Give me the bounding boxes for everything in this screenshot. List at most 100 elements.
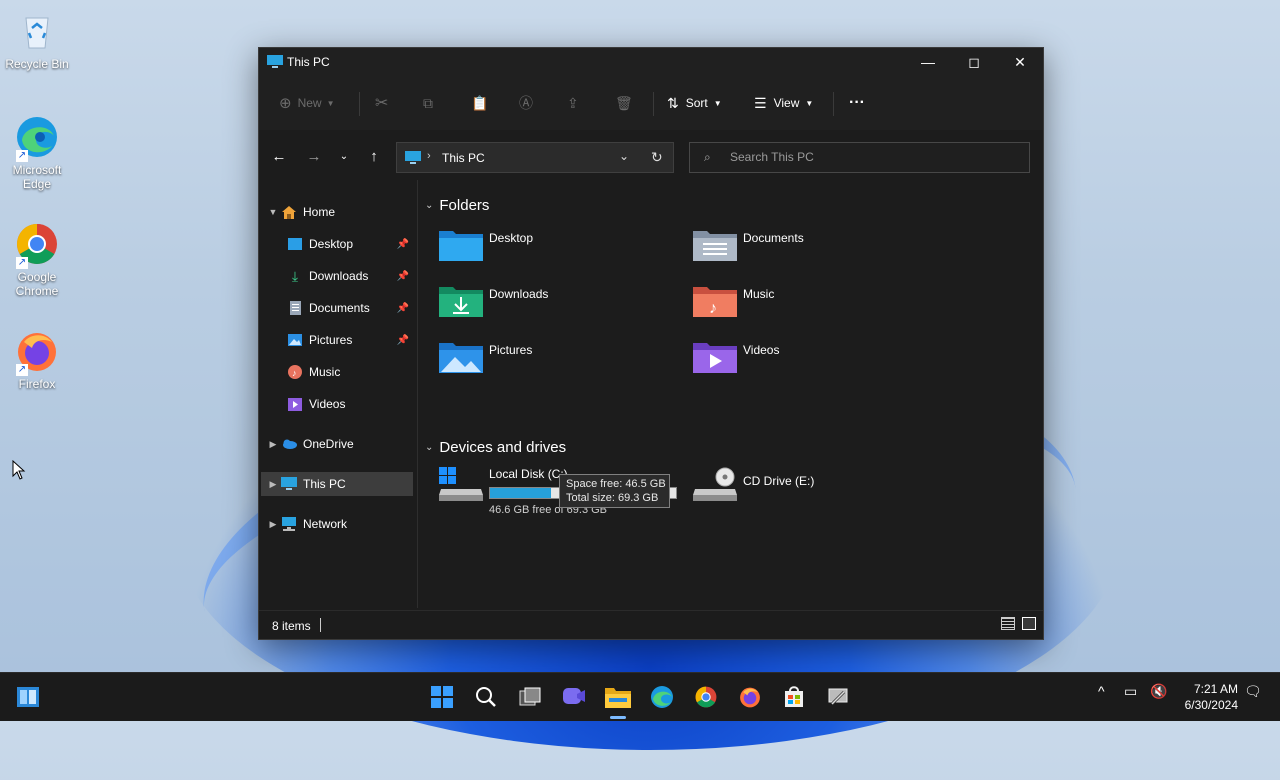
sidebar-item-network[interactable]: ▶ Network (261, 512, 413, 536)
status-bar: 8 items (259, 610, 1043, 639)
navigation-pane: ▼ Home Desktop 📌 ⤓ Downloads 📌 Documents… (259, 180, 418, 608)
folder-icon (605, 688, 631, 708)
desktop-icon-recycle-bin[interactable]: Recycle Bin (4, 8, 70, 71)
back-button[interactable]: ← (267, 146, 291, 166)
minimize-button[interactable]: — (905, 48, 951, 76)
share-button[interactable]: ⇪ (567, 90, 579, 116)
sidebar-item-desktop[interactable]: Desktop 📌 (261, 232, 413, 256)
delete-button[interactable]: 🗑 (615, 90, 633, 116)
sidebar-item-videos[interactable]: Videos (261, 392, 413, 416)
rename-icon: Ⓐ (519, 95, 533, 111)
sidebar-item-music[interactable]: ♪ Music (261, 360, 413, 384)
status-divider (320, 618, 321, 632)
paste-button[interactable]: 📋 (471, 90, 488, 116)
recycle-bin-icon (14, 8, 60, 54)
edge-icon: ↗ (14, 114, 60, 162)
title-bar[interactable]: This PC — ◻ ✕ (259, 48, 1043, 76)
view-button[interactable]: ☰ View ▼ (754, 90, 813, 116)
maximize-button[interactable]: ◻ (951, 48, 997, 76)
sidebar-item-pictures[interactable]: Pictures 📌 (261, 328, 413, 352)
pin-icon: 📌 (396, 302, 409, 314)
new-button[interactable]: ⊕ New ▼ (279, 90, 335, 116)
active-app-indicator (610, 716, 626, 719)
search-icon (476, 687, 496, 707)
more-label: ··· (849, 94, 865, 111)
address-bar[interactable]: › This PC ⌄ ↻ (396, 142, 674, 173)
scissors-icon: ✂ (375, 95, 389, 112)
desktop-icon-label: Google Chrome (15, 270, 59, 298)
search-taskbar-button[interactable] (470, 681, 502, 713)
store-taskbar-button[interactable] (778, 681, 810, 713)
folder-tile-pictures[interactable]: Pictures (439, 339, 679, 387)
recent-locations-button[interactable]: ⌄ (332, 146, 356, 166)
widgets-icon (17, 687, 39, 707)
desktop-icon-edge[interactable]: ↗ Microsoft Edge (4, 114, 70, 191)
sidebar-item-label: Network (303, 517, 348, 531)
chevron-right-icon[interactable]: ▶ (265, 439, 281, 450)
volume-muted-icon[interactable]: 🔇 (1150, 683, 1167, 700)
folder-tile-music[interactable]: ♪ Music (693, 283, 933, 331)
search-box[interactable]: ⌕ (689, 142, 1030, 173)
toolbar-divider (359, 92, 360, 116)
clipboard-icon: 📋 (471, 94, 489, 111)
teams-chat-button[interactable] (558, 681, 590, 713)
plus-circle-icon: ⊕ (279, 95, 292, 112)
chrome-icon (695, 686, 717, 708)
sort-button[interactable]: ⇅ Sort ▼ (667, 90, 722, 116)
clock[interactable]: 7:21 AM 6/30/2024 (1185, 681, 1238, 713)
desktop-icon-label: Firefox (18, 377, 56, 391)
folder-tile-documents[interactable]: Documents (693, 227, 933, 275)
drives-group-header[interactable]: ⌄ Devices and drives (425, 439, 566, 456)
notification-icon[interactable]: 🗨 (1244, 683, 1262, 700)
pin-icon: 📌 (396, 334, 409, 346)
chevron-right-icon[interactable]: ▶ (265, 519, 281, 530)
edge-taskbar-button[interactable] (646, 681, 678, 713)
search-input[interactable] (728, 149, 1022, 165)
cd-drive-icon (693, 467, 737, 507)
sidebar-item-home[interactable]: ▼ Home (261, 200, 413, 224)
drive-tile-cd-drive[interactable]: CD Drive (E:) (693, 467, 933, 515)
rename-button[interactable]: Ⓐ (519, 90, 533, 116)
widgets-button[interactable] (12, 681, 44, 713)
folders-group-header[interactable]: ⌄ Folders (425, 197, 489, 214)
task-view-icon (519, 687, 541, 706)
tiles-view-icon[interactable] (1022, 617, 1036, 630)
close-button[interactable]: ✕ (997, 48, 1043, 76)
content-pane: ⌄ Folders Desktop Documents Downloads ♪ (419, 180, 1041, 608)
sidebar-item-this-pc[interactable]: ▶ This PC (261, 472, 413, 496)
sidebar-item-documents[interactable]: Documents 📌 (261, 296, 413, 320)
firefox-taskbar-button[interactable] (734, 681, 766, 713)
folder-tile-desktop[interactable]: Desktop (439, 227, 679, 275)
show-hidden-icons-button[interactable]: ^ (1098, 683, 1105, 699)
more-options-button[interactable]: ··· (849, 90, 865, 116)
forward-button[interactable]: → (302, 146, 326, 166)
folder-tile-videos[interactable]: Videos (693, 339, 933, 387)
remote-desktop-taskbar-button[interactable] (822, 681, 854, 713)
details-view-icon[interactable] (1001, 617, 1015, 630)
chrome-taskbar-button[interactable] (690, 681, 722, 713)
start-button[interactable] (426, 681, 458, 713)
chevron-right-icon[interactable]: ▶ (265, 479, 281, 490)
local-disk-icon (439, 467, 483, 507)
cut-button[interactable]: ✂ (375, 90, 388, 116)
up-button[interactable]: ↑ (362, 146, 386, 166)
navigation-row: ← → ⌄ ↑ › This PC ⌄ ↻ ⌕ (259, 130, 1043, 180)
network-status-icon[interactable]: ▭ (1124, 683, 1137, 700)
desktop-icon-firefox[interactable]: ↗ Firefox (4, 328, 70, 391)
clock-date: 6/30/2024 (1184, 698, 1238, 712)
breadcrumb-this-pc[interactable]: This PC (442, 151, 485, 165)
folder-tile-downloads[interactable]: Downloads (439, 283, 679, 331)
refresh-icon[interactable]: ↻ (651, 149, 663, 166)
chevron-down-icon[interactable]: ▼ (265, 207, 281, 217)
sidebar-item-label: Videos (309, 397, 346, 411)
desktop-icon-chrome[interactable]: ↗ Google Chrome (4, 221, 70, 298)
task-view-button[interactable] (514, 681, 546, 713)
sort-arrows-icon: ⇅ (667, 94, 679, 111)
copy-button[interactable]: ⧉ (423, 90, 433, 116)
address-dropdown-icon[interactable]: ⌄ (619, 149, 629, 163)
svg-text:♪: ♪ (292, 368, 297, 378)
file-explorer-taskbar-button[interactable] (602, 681, 634, 713)
sidebar-item-onedrive[interactable]: ▶ OneDrive (261, 432, 413, 456)
new-label: New (297, 96, 322, 110)
sidebar-item-downloads[interactable]: ⤓ Downloads 📌 (261, 264, 413, 288)
